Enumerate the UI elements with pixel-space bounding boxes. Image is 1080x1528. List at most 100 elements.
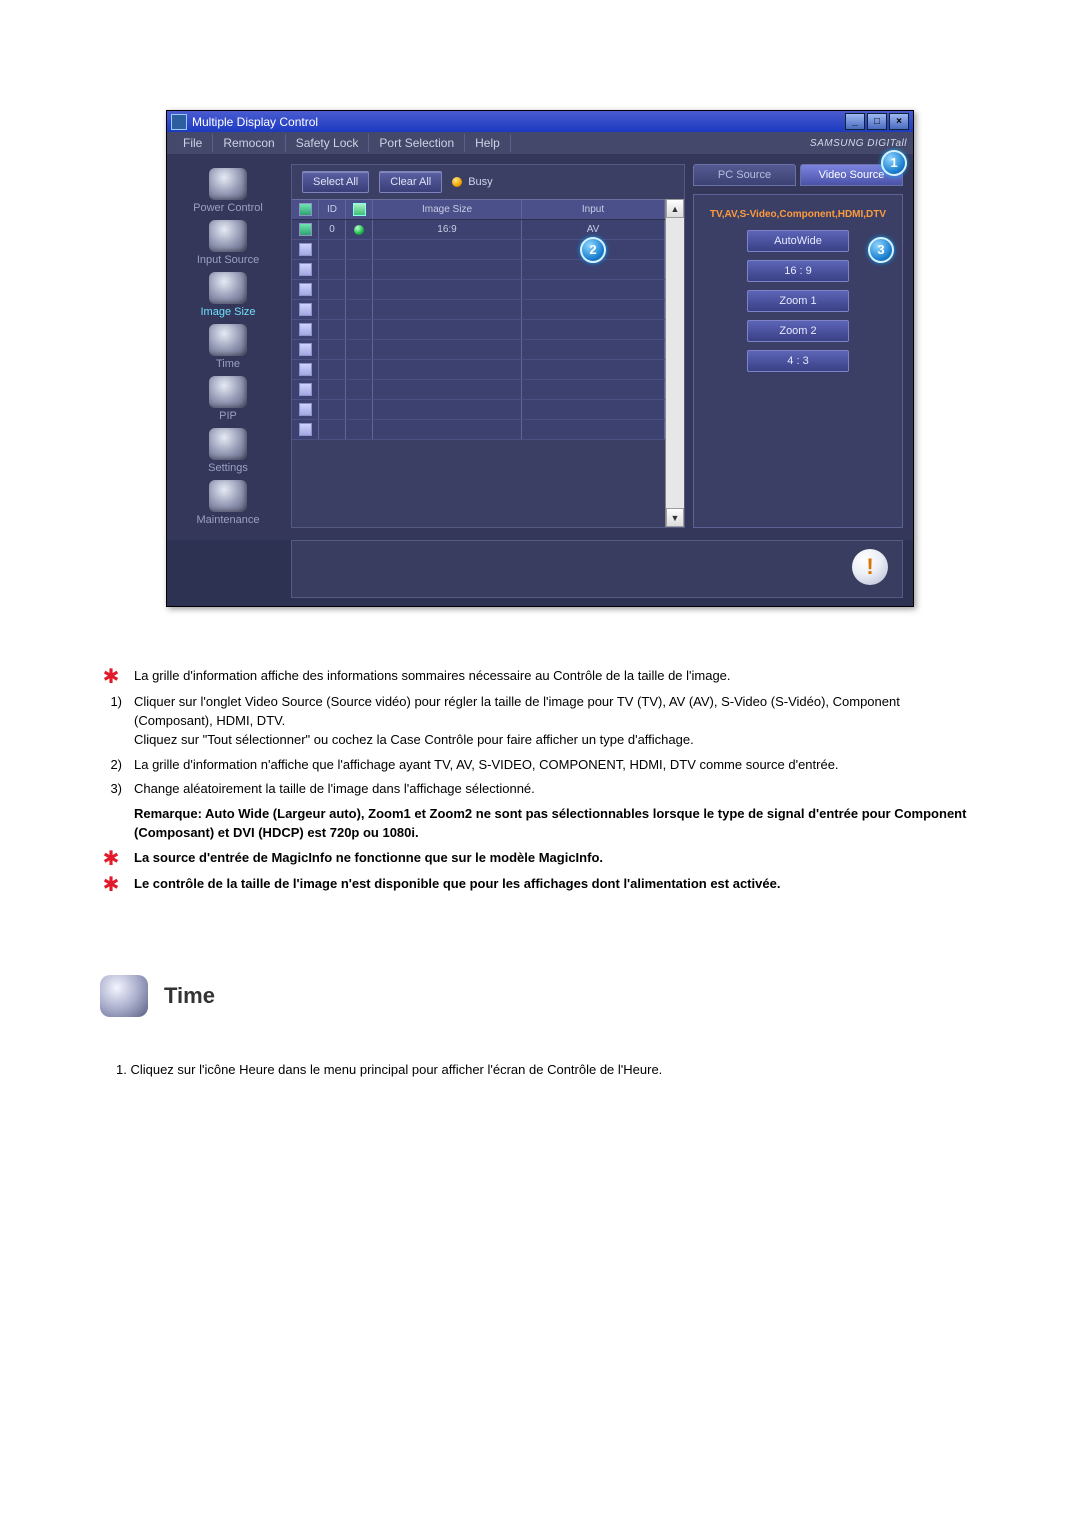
star-icon: ✱ [100, 875, 122, 895]
grid-panel: Select All Clear All Busy ID Image Size [291, 164, 685, 528]
scroll-down-button[interactable]: ▼ [666, 508, 684, 527]
grid-header: ID Image Size Input [292, 200, 665, 220]
row-checkbox[interactable] [299, 383, 312, 396]
row-checkbox[interactable] [299, 283, 312, 296]
menu-safety-lock[interactable]: Safety Lock [286, 134, 370, 152]
scroll-track[interactable] [666, 218, 684, 508]
cell-id: 0 [319, 220, 346, 239]
table-row[interactable] [292, 280, 665, 300]
row-checkbox[interactable] [299, 323, 312, 336]
doc-line: La grille d'information n'affiche que l'… [134, 756, 980, 775]
sidebar-item-label: Power Control [193, 202, 263, 214]
table-row[interactable] [292, 360, 665, 380]
video-source-panel: TV,AV,S-Video,Component,HDMI,DTV 3 AutoW… [693, 194, 903, 528]
list-number: 3) [100, 780, 122, 799]
scroll-up-button[interactable]: ▲ [666, 199, 684, 218]
busy-label: Busy [468, 176, 492, 188]
sidebar-item-power-control[interactable]: Power Control [173, 164, 283, 216]
menu-remocon[interactable]: Remocon [213, 134, 285, 152]
sidebar-item-maintenance[interactable]: Maintenance [173, 476, 283, 528]
table-row[interactable] [292, 320, 665, 340]
sidebar-item-settings[interactable]: Settings [173, 424, 283, 476]
sidebar: Power Control Input Source Image Size Ti… [173, 164, 283, 528]
status-dot-icon [354, 225, 364, 235]
app-icon [171, 114, 187, 130]
table-row[interactable] [292, 420, 665, 440]
select-all-button[interactable]: Select All [302, 171, 369, 193]
table-row[interactable] [292, 260, 665, 280]
menu-help[interactable]: Help [465, 134, 511, 152]
panel-source-list: TV,AV,S-Video,Component,HDMI,DTV [704, 209, 892, 220]
settings-icon [209, 428, 247, 460]
row-checkbox[interactable] [299, 263, 312, 276]
explanation-list: ✱ La grille d'information affiche des inf… [100, 667, 980, 895]
menu-bar: File Remocon Safety Lock Port Selection … [167, 132, 913, 154]
table-row[interactable] [292, 340, 665, 360]
busy-dot-icon [452, 177, 462, 187]
row-checkbox[interactable] [299, 223, 312, 236]
row-checkbox[interactable] [299, 303, 312, 316]
grid-scrollbar[interactable]: ▲ ▼ [665, 199, 684, 527]
star-icon: ✱ [100, 667, 122, 687]
app-body: Power Control Input Source Image Size Ti… [167, 154, 913, 540]
maximize-button[interactable]: □ [867, 113, 887, 130]
col-image-size: Image Size [373, 200, 522, 219]
option-zoom2[interactable]: Zoom 2 [747, 320, 849, 342]
sidebar-item-label: Maintenance [197, 514, 260, 526]
sidebar-item-label: Image Size [200, 306, 255, 318]
row-checkbox[interactable] [299, 363, 312, 376]
header-checkbox[interactable] [299, 203, 312, 216]
window-titlebar: Multiple Display Control _ □ × [167, 111, 913, 132]
star-icon: ✱ [100, 849, 122, 869]
row-checkbox[interactable] [299, 343, 312, 356]
col-input: Input [522, 200, 665, 219]
sidebar-item-pip[interactable]: PIP [173, 372, 283, 424]
sidebar-item-label: Input Source [197, 254, 259, 266]
menu-file[interactable]: File [173, 134, 213, 152]
option-zoom1[interactable]: Zoom 1 [747, 290, 849, 312]
option-autowide[interactable]: AutoWide [747, 230, 849, 252]
table-row[interactable] [292, 380, 665, 400]
time-section-body: 1. Cliquez sur l'icône Heure dans le men… [116, 1061, 980, 1080]
doc-line: Le contrôle de la taille de l'image n'es… [134, 875, 980, 894]
doc-line: La grille d'information affiche des info… [134, 667, 980, 686]
image-size-icon [209, 272, 247, 304]
tab-pc-source[interactable]: PC Source [693, 164, 796, 186]
menu-port-selection[interactable]: Port Selection [369, 134, 465, 152]
maintenance-icon [209, 480, 247, 512]
close-button[interactable]: × [889, 113, 909, 130]
warning-icon [852, 549, 888, 585]
row-checkbox[interactable] [299, 423, 312, 436]
table-row[interactable]: 2 [292, 240, 665, 260]
doc-line: Cliquer sur l'onglet Video Source (Sourc… [134, 693, 980, 750]
doc-line: La source d'entrée de MagicInfo ne fonct… [134, 849, 980, 868]
pip-icon [209, 376, 247, 408]
input-source-icon [209, 220, 247, 252]
table-row[interactable] [292, 300, 665, 320]
options-pane: PC Source Video Source 1 TV,AV,S-Video,C… [693, 164, 903, 528]
time-section-icon [100, 975, 148, 1017]
sidebar-item-time[interactable]: Time [173, 320, 283, 372]
list-number: 2) [100, 756, 122, 775]
sidebar-item-label: Settings [208, 462, 248, 474]
brand-label: SAMSUNG DIGITall [810, 138, 907, 149]
table-row[interactable] [292, 400, 665, 420]
col-id: ID [319, 200, 346, 219]
sidebar-item-label: Time [216, 358, 240, 370]
minimize-button[interactable]: _ [845, 113, 865, 130]
sidebar-item-image-size[interactable]: Image Size [173, 268, 283, 320]
time-heading: Time [164, 983, 215, 1009]
row-checkbox[interactable] [299, 403, 312, 416]
option-4-3[interactable]: 4 : 3 [747, 350, 849, 372]
callout-2: 2 [580, 237, 606, 263]
clear-all-button[interactable]: Clear All [379, 171, 442, 193]
option-16-9[interactable]: 16 : 9 [747, 260, 849, 282]
row-checkbox[interactable] [299, 243, 312, 256]
app-screenshot: Multiple Display Control _ □ × File Remo… [166, 110, 914, 607]
sidebar-item-input-source[interactable]: Input Source [173, 216, 283, 268]
power-icon [209, 168, 247, 200]
display-grid: ID Image Size Input 0 16:9 AV [292, 199, 665, 527]
time-section-header: Time [100, 975, 980, 1017]
callout-3: 3 [868, 237, 894, 263]
window-title: Multiple Display Control [192, 115, 318, 129]
